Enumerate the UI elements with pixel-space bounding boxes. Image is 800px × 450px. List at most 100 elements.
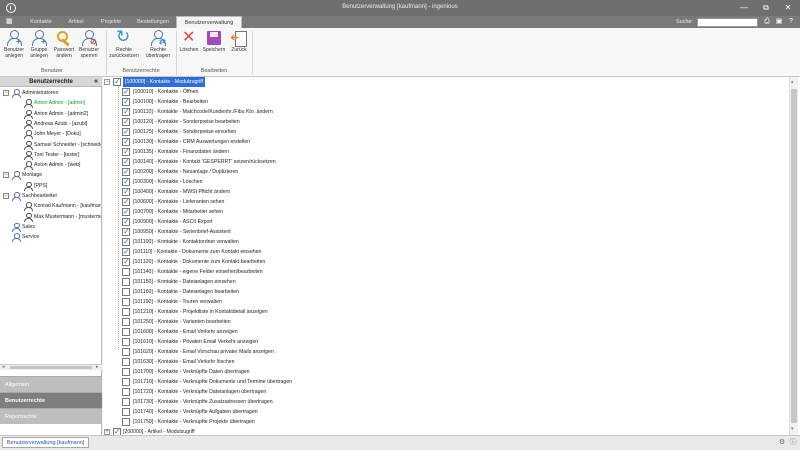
tree-user[interactable]: Konrad Kaufmann - [kaufmann] xyxy=(0,201,101,212)
permission-row[interactable]: [101100] - Kontakte - Kontaktordner verw… xyxy=(103,237,783,247)
permission-row[interactable]: [100140] - Kontakte - Kontakt 'GESPERRT'… xyxy=(103,157,783,167)
permission-row[interactable]: [101700] - Kontakte - Verknüpfte Daten ü… xyxy=(103,367,783,377)
scroll-thumb[interactable] xyxy=(10,366,92,369)
permission-row[interactable]: [100950] - Kontakte - Serienbrief-Assist… xyxy=(103,227,783,237)
permission-row[interactable]: [101750] - Kontakte - Verknüpfte Projekt… xyxy=(103,417,783,427)
section-reportrechte[interactable]: Reportrechte xyxy=(0,408,102,424)
checkbox[interactable] xyxy=(122,207,130,217)
permission-row[interactable]: [101140] - Kontakte - eigene Felder eins… xyxy=(103,267,783,277)
permission-row[interactable]: [101630] - Kontakte - Email Verkehr lösc… xyxy=(103,357,783,367)
permission-row[interactable]: [100130] - Kontakte - CRM Auswertungen e… xyxy=(103,137,783,147)
permission-row[interactable]: [101720] - Kontakte - Verknüpfte Dateian… xyxy=(103,387,783,397)
scroll-thumb[interactable] xyxy=(791,89,797,423)
permission-row[interactable]: [100120] - Kontakte - Sonderpreise bearb… xyxy=(103,117,783,127)
checkbox[interactable] xyxy=(122,107,130,117)
tree-user[interactable]: Andreas Azubi - [azubi] xyxy=(0,119,101,129)
loeschen-button[interactable]: Löschen xyxy=(178,29,200,66)
close-icon[interactable]: ✕ xyxy=(780,2,796,14)
permission-row[interactable]: [100010] - Kontakte - Öffnen xyxy=(103,87,783,97)
checkbox[interactable] xyxy=(122,268,130,276)
checkbox[interactable] xyxy=(122,257,130,267)
permission-row[interactable]: [101150] - Kontakte - Dateianlagen einse… xyxy=(103,277,783,287)
checkbox[interactable] xyxy=(122,247,130,257)
checkbox[interactable] xyxy=(122,298,130,306)
permission-row[interactable]: [100110] - Kontakte - Matchcode/Kundenhr… xyxy=(103,107,783,117)
vertical-scrollbar[interactable]: ▴ ▾ xyxy=(789,77,798,435)
permission-row[interactable]: [101740] - Kontakte - Verknüpfte Aufgabe… xyxy=(103,407,783,417)
tab-benutzerverwaltung-kaufmann[interactable]: Benutzerverwaltung [kaufmann] xyxy=(2,437,90,448)
tree-user[interactable]: Max Mustermann - [mustermann] xyxy=(0,212,101,222)
checkbox[interactable] xyxy=(122,117,130,127)
checkbox[interactable] xyxy=(122,217,130,227)
checkbox[interactable] xyxy=(122,378,130,386)
checkbox[interactable] xyxy=(122,388,130,396)
gruppe-anlegen-button[interactable]: + Gruppe anlegen xyxy=(27,30,51,66)
checkbox[interactable] xyxy=(122,227,130,237)
permission-row[interactable]: [101210] - Kontakte - Projektliste in Ko… xyxy=(103,307,783,317)
permission-row[interactable]: [101620] - Kontakte - Email Vorschau pri… xyxy=(103,347,783,357)
rechte-uebertragen-button[interactable]: ⇄ Rechte übertragen xyxy=(142,30,174,66)
checkbox[interactable] xyxy=(122,368,130,376)
minimize-icon[interactable]: — xyxy=(736,2,752,14)
permission-row[interactable]: [101710] - Kontakte - Verknüpfte Dokumen… xyxy=(103,377,783,387)
permission-row[interactable]: [101600] - Kontakte - Email Verkehr anze… xyxy=(103,327,783,337)
permission-row[interactable]: [100600] - Kontakte - Lieferanten sehen xyxy=(103,197,783,207)
scroll-right-icon[interactable]: ▸ xyxy=(96,364,99,370)
checkbox[interactable] xyxy=(122,147,130,157)
permission-row[interactable]: [101160] - Kontakte - Dateianlagen bearb… xyxy=(103,287,783,297)
checkbox[interactable] xyxy=(122,308,130,316)
tab-kontakte[interactable]: Kontakte xyxy=(22,16,60,28)
checkbox[interactable] xyxy=(122,167,130,177)
collapse-toggle-icon[interactable]: − xyxy=(3,172,9,179)
permission-row[interactable]: [101610] - Kontakte - Privaten Email Ver… xyxy=(103,337,783,347)
tree-group[interactable]: Sales xyxy=(0,222,101,232)
checkbox[interactable] xyxy=(122,288,130,296)
maximize-icon[interactable]: ⧉ xyxy=(758,2,774,14)
tree-user[interactable]: Samuel Schneider - [schneider] xyxy=(0,140,101,150)
checkbox[interactable] xyxy=(122,87,130,97)
permission-row[interactable]: [100200] - Kontakte - Neuanlage / Dupliz… xyxy=(103,167,783,177)
permission-row[interactable]: [100100] - Kontakte - Bearbeiten xyxy=(103,97,783,107)
permission-row[interactable]: [100700] - Kontakte - Mitarbeiter sehen xyxy=(103,207,783,217)
checkbox[interactable] xyxy=(113,77,121,87)
rechte-zuruecksetzen-button[interactable]: Rechte zurücksetzen xyxy=(108,28,140,66)
collapse-toggle-icon[interactable]: − xyxy=(3,193,9,199)
permission-row[interactable]: [100135] - Kontakte - Finanzdaten ändern xyxy=(103,147,783,157)
gear-icon[interactable]: ⚙ xyxy=(778,439,786,447)
checkbox[interactable] xyxy=(122,408,130,416)
permission-row[interactable]: [101730] - Kontakte - Verknüpfte Zusatza… xyxy=(103,397,783,407)
permission-row[interactable]: [101190] - Kontakte - Touren verwalten xyxy=(103,297,783,307)
checkbox[interactable] xyxy=(122,348,130,356)
tree-group[interactable]: − Administratoren xyxy=(0,88,101,98)
checkbox[interactable] xyxy=(122,338,130,346)
checkbox[interactable] xyxy=(122,127,130,137)
layout-icon[interactable]: ▣ xyxy=(774,17,784,27)
permission-row[interactable]: [100300] - Kontakte - Löschen xyxy=(103,177,783,187)
section-allgemein[interactable]: Allgemein xyxy=(0,376,102,392)
tree-user[interactable]: Anton Admin - [admin2] xyxy=(0,109,101,119)
info-icon[interactable]: ⓘ xyxy=(789,439,797,447)
checkbox[interactable] xyxy=(122,318,130,326)
tree-group[interactable]: − Montage xyxy=(0,170,101,181)
scroll-down-icon[interactable]: ▾ xyxy=(791,426,794,432)
grid-icon[interactable]: ▦ xyxy=(6,18,14,26)
checkbox[interactable] xyxy=(122,97,130,107)
zurueck-button[interactable]: Zurück xyxy=(228,30,250,66)
tree-user[interactable]: Anton Admin - [admin] xyxy=(0,98,101,109)
help-icon[interactable]: ? xyxy=(786,17,796,27)
checkbox[interactable] xyxy=(122,197,130,207)
speichern-button[interactable]: Speichern xyxy=(202,30,226,66)
tree-user[interactable]: [PPS] xyxy=(0,181,101,191)
tree-user[interactable]: John Meyer - [Doku] xyxy=(0,129,101,140)
checkbox[interactable] xyxy=(122,187,130,197)
collapse-panel-icon[interactable]: « xyxy=(94,77,98,87)
checkbox[interactable] xyxy=(122,177,130,187)
passwort-aendern-button[interactable]: Passwort ändern xyxy=(52,30,76,66)
tree-user[interactable]: Anton Admin - [web] xyxy=(0,160,101,171)
permission-row[interactable]: [100125] - Kontakte - Sonderpreise einse… xyxy=(103,127,783,137)
checkbox[interactable] xyxy=(122,237,130,247)
checkbox[interactable] xyxy=(122,358,130,366)
checkbox[interactable] xyxy=(122,278,130,286)
benutzer-anlegen-button[interactable]: + Benutzer anlegen xyxy=(2,30,26,66)
tab-bestellungen[interactable]: Bestellungen xyxy=(130,16,176,28)
